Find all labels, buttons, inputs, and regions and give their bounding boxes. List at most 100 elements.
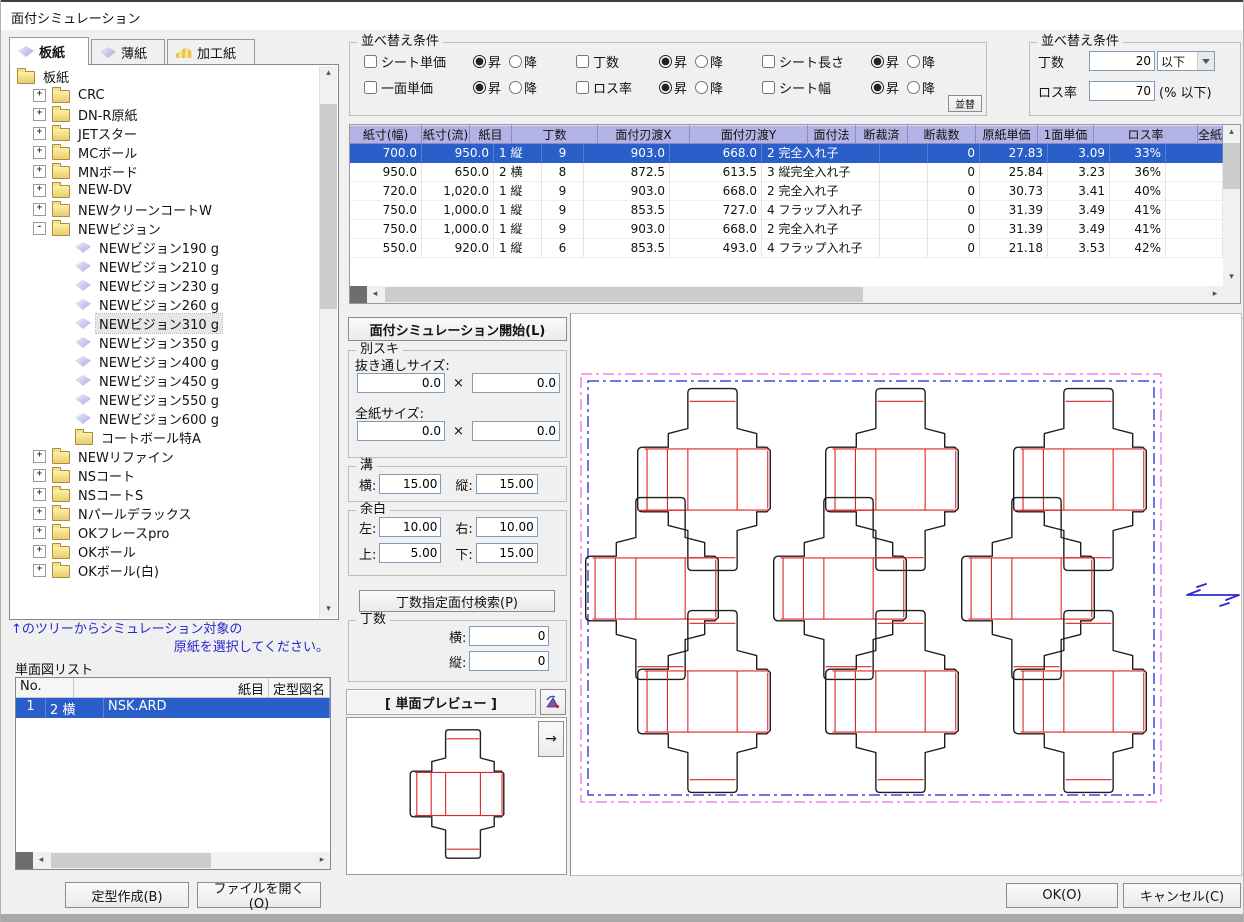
sheet-price-desc-radio[interactable] [509, 55, 522, 68]
scroll-down-icon[interactable]: ▾ [1223, 270, 1240, 286]
face-price-desc-radio[interactable] [509, 81, 522, 94]
tree-item[interactable]: NEWビジョン210 g [11, 257, 319, 276]
sheet-length-desc-radio[interactable] [907, 55, 920, 68]
punch-width-input[interactable] [357, 373, 445, 393]
loss-filter-input[interactable] [1089, 81, 1155, 101]
table-header-cell[interactable]: 面付刃渡Y [690, 125, 808, 144]
full-sheet-width-input[interactable] [357, 421, 445, 441]
combo-dropdown-icon[interactable] [1197, 52, 1214, 70]
tree-item[interactable]: + NSコートS [11, 485, 319, 504]
loss-rate-desc-radio[interactable] [695, 81, 708, 94]
table-header-cell[interactable]: 全紙 [1198, 125, 1223, 144]
tree-item[interactable]: + JETスター [11, 124, 319, 143]
tree-item[interactable]: NEWビジョン260 g [11, 295, 319, 314]
tree-expander-icon[interactable]: + [33, 564, 46, 577]
table-header-cell[interactable]: 1面単価 [1038, 125, 1094, 144]
list-header-cell[interactable]: 紙目 [74, 678, 269, 698]
tab-board-paper[interactable]: 板紙 [9, 37, 89, 65]
preview-tool-button[interactable] [540, 689, 566, 715]
sort-face-price-checkbox[interactable] [364, 81, 377, 94]
scrollbar-thumb[interactable] [320, 104, 337, 309]
table-header-cell[interactable]: 断裁数 [908, 125, 976, 144]
table-header-cell[interactable]: 丁数 [512, 125, 598, 144]
table-row[interactable]: 750.0 1,000.0 1 縦 9 903.0 668.0 2 完全入れ子 … [350, 220, 1223, 239]
tree-item[interactable]: NEWビジョン310 g [11, 314, 319, 333]
table-header-cell[interactable]: 紙目 [470, 125, 512, 144]
scroll-up-icon[interactable]: ▴ [320, 66, 337, 82]
tree-item[interactable]: + OKボール(白) [11, 561, 319, 580]
count-h-input[interactable] [469, 626, 549, 646]
tree-expander-icon[interactable]: + [33, 203, 46, 216]
tree-expander-icon[interactable]: + [33, 545, 46, 558]
tree-expander-icon[interactable]: + [33, 89, 46, 102]
scrollbar-thumb[interactable] [1223, 143, 1240, 189]
sort-loss-rate-checkbox[interactable] [576, 81, 589, 94]
count-search-button[interactable]: 丁数指定面付検索(P) [359, 590, 555, 612]
scrollbar-track[interactable] [49, 852, 314, 869]
open-file-button[interactable]: ファイルを開く(O) [197, 882, 321, 908]
tree-item[interactable]: + OKボール [11, 542, 319, 561]
tree-item[interactable]: + MCボール [11, 143, 319, 162]
tree-item[interactable]: + OKフレースpro [11, 523, 319, 542]
scrollbar-track[interactable] [320, 82, 337, 602]
groove-h-input[interactable] [379, 474, 441, 494]
table-row[interactable]: 950.0 650.0 2 横 8 872.5 613.5 3 縦完全入れ子 0… [350, 163, 1223, 182]
tree-expander-icon[interactable]: + [33, 450, 46, 463]
sheet-width-desc-radio[interactable] [907, 81, 920, 94]
start-simulation-button[interactable]: 面付シミュレーション開始(L) [348, 317, 567, 341]
tab-processed-paper[interactable]: 加工紙 [167, 39, 255, 65]
table-row[interactable]: 720.0 1,020.0 1 縦 9 903.0 668.0 2 完全入れ子 … [350, 182, 1223, 201]
scroll-right-icon[interactable]: ▸ [1207, 286, 1223, 303]
cancel-button[interactable]: キャンセル(C) [1123, 883, 1241, 908]
tree-vertical-scrollbar[interactable]: ▴ ▾ [319, 66, 337, 618]
tree-item[interactable]: NEWビジョン350 g [11, 333, 319, 352]
scroll-right-icon[interactable]: ▸ [314, 852, 330, 869]
margin-bottom-input[interactable] [476, 543, 538, 563]
sheet-price-asc-radio[interactable] [473, 55, 486, 68]
tree-item[interactable]: NEWビジョン190 g [11, 238, 319, 257]
tree-item[interactable]: + NEWリファイン [11, 447, 319, 466]
tree-item[interactable]: コートボール特A [11, 428, 319, 447]
next-preview-button[interactable]: → [538, 721, 564, 757]
sort-sheet-price-checkbox[interactable] [364, 55, 377, 68]
scrollbar-thumb[interactable] [51, 853, 211, 868]
table-vertical-scrollbar[interactable]: ▴ ▾ [1223, 125, 1240, 286]
table-header-cell[interactable]: 紙寸(流) [422, 125, 470, 144]
splitter-box[interactable] [16, 852, 33, 869]
table-row[interactable]: 750.0 1,000.0 1 縦 9 853.5 727.0 4 フラップ入れ… [350, 201, 1223, 220]
sort-sheet-width-checkbox[interactable] [762, 81, 775, 94]
face-price-asc-radio[interactable] [473, 81, 486, 94]
tree-item[interactable]: + DN-R原紙 [11, 105, 319, 124]
punch-height-input[interactable] [472, 373, 560, 393]
table-header-cell[interactable]: 断裁済 [856, 125, 908, 144]
margin-top-input[interactable] [379, 543, 441, 563]
count-filter-combo[interactable]: 以下 [1157, 51, 1215, 71]
list-header-cell[interactable]: 定型図名 [269, 678, 330, 698]
table-row[interactable]: 550.0 920.0 1 縦 6 853.5 493.0 4 フラップ入れ子 … [350, 239, 1223, 258]
tree-item[interactable]: - NEWビジョン [11, 219, 319, 238]
tree-item[interactable]: NEWビジョン550 g [11, 390, 319, 409]
tree-expander-icon[interactable]: + [33, 526, 46, 539]
list-horizontal-scrollbar[interactable]: ◂ ▸ [16, 852, 330, 869]
sort-count-checkbox[interactable] [576, 55, 589, 68]
splitter-box[interactable] [350, 286, 367, 303]
table-header-cell[interactable]: ロス率 [1094, 125, 1198, 144]
tree-expander-icon[interactable]: + [33, 165, 46, 178]
count-v-input[interactable] [469, 651, 549, 671]
margin-left-input[interactable] [379, 517, 441, 537]
sort-sheet-length-checkbox[interactable] [762, 55, 775, 68]
tree-expander-icon[interactable]: + [33, 108, 46, 121]
create-template-button[interactable]: 定型作成(B) [65, 882, 189, 908]
tree-item[interactable]: NEWビジョン400 g [11, 352, 319, 371]
full-sheet-height-input[interactable] [472, 421, 560, 441]
tree-item[interactable]: NEWビジョン450 g [11, 371, 319, 390]
list-item[interactable]: 1 2 横 NSK.ARD [16, 698, 330, 718]
tab-thin-paper[interactable]: 薄紙 [91, 39, 165, 65]
tree-item[interactable]: + NEWクリーンコートW [11, 200, 319, 219]
groove-v-input[interactable] [476, 474, 538, 494]
sheet-width-asc-radio[interactable] [871, 81, 884, 94]
table-row[interactable]: 700.0 950.0 1 縦 9 903.0 668.0 2 完全入れ子 0 … [350, 144, 1223, 163]
count-filter-input[interactable] [1089, 51, 1155, 71]
scroll-left-icon[interactable]: ◂ [367, 286, 383, 303]
scrollbar-thumb[interactable] [385, 287, 863, 302]
